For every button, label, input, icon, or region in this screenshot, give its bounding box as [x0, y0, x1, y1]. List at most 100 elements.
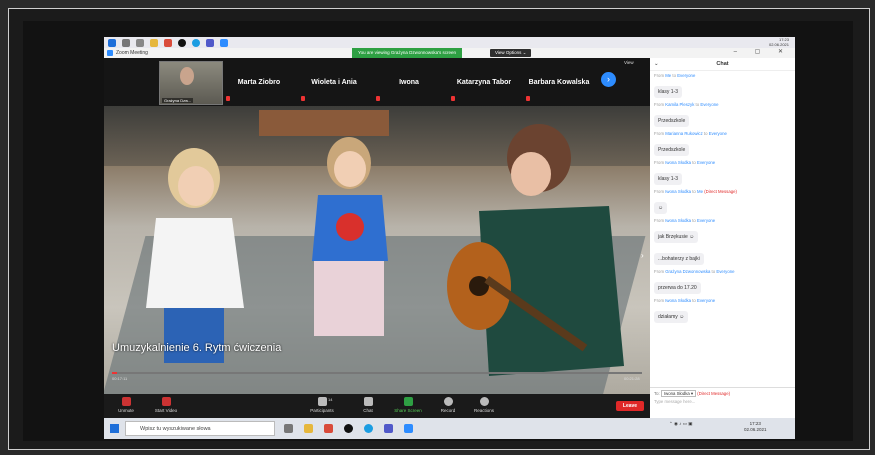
search-icon[interactable] [122, 38, 130, 47]
edge-icon[interactable] [192, 38, 200, 47]
chat-message: ...bohaterzy z bajki [654, 247, 791, 265]
participant-tile[interactable]: Barbara Kowalska [524, 61, 594, 103]
participant-tile[interactable]: Katarzyna Tabor [449, 61, 519, 103]
muted-mic-icon [451, 96, 455, 101]
to-label: To: [654, 391, 660, 396]
participants-button[interactable]: Participants 14 [302, 397, 342, 413]
participant-tile[interactable]: Marta Ziobro [224, 61, 294, 103]
chat-message-sender: From Iwona Słodka to Everyone [654, 160, 716, 165]
participant-tile[interactable]: Wioleta i Ania [299, 61, 369, 103]
recipient-name: Everyone [708, 131, 727, 136]
chat-message: From Me to Everyone klasy 1-3 [654, 73, 791, 98]
start-video-button[interactable]: Start Video [146, 397, 186, 413]
chat-message-sender: From Kamila Pleszyk to Everyone [654, 102, 719, 107]
self-name: Grażyna Dzw... [162, 98, 194, 103]
edge-icon[interactable] [364, 424, 373, 433]
chat-message-text: jak Brzękusie ☺ [654, 231, 699, 243]
sender-name: Kamila Pleszyk [665, 102, 695, 107]
participants-label: Participants [310, 408, 334, 413]
chat-message-sender: From Iwona Słodka to Me (Direct Message) [654, 189, 737, 194]
chevron-down-icon[interactable]: ⌄ [654, 58, 659, 70]
chat-message: From Kamila Pleszyk to Everyone Przedszk… [654, 102, 791, 127]
muted-mic-icon [301, 96, 305, 101]
shared-screen: 17:23 02.06.2021 Zoom Meeting You are vi… [104, 37, 795, 439]
chat-message-text: Przedszkole [654, 115, 690, 127]
recipient-dm-label: (Direct Message) [697, 391, 731, 396]
zoom-app-icon[interactable] [220, 38, 228, 47]
share-screen-label: Share Screen [394, 408, 422, 413]
recipient-name: Everyone [716, 269, 735, 274]
leave-button[interactable]: Leave [616, 401, 644, 411]
chat-icon [363, 397, 373, 406]
record-label: Record [440, 408, 456, 413]
muted-mic-icon [526, 96, 530, 101]
windows-start-icon[interactable] [108, 38, 116, 47]
reactions-button[interactable]: Reactions [464, 397, 504, 413]
recipient-row: To: Iwona Słodka ▾ (Direct Message) [650, 388, 795, 399]
meeting-main: Grażyna Dzw... Marta Ziobro Wioleta i An… [104, 58, 650, 418]
taskbar-clock: 17:23 02.06.2021 [768, 37, 789, 47]
record-icon [443, 397, 453, 406]
chat-message: From Marianna Rukowicz to Everyone Przed… [654, 131, 791, 156]
participant-tile[interactable]: Iwona [374, 61, 444, 103]
direct-message-tag: (Direct Message) [704, 189, 737, 194]
share-screen-button[interactable]: Share Screen [388, 397, 428, 413]
chat-message-text: ☺ [654, 202, 668, 214]
file-explorer-icon[interactable] [150, 38, 158, 47]
chevron-right-icon[interactable]: › [641, 251, 644, 260]
child-figure-middle [312, 137, 388, 336]
chat-message: From Iwona Słodka to Everyone klasy 1-3 [654, 160, 791, 185]
task-view-icon[interactable] [136, 38, 144, 47]
viewing-banner: You are viewing Grażyna Dzwonnowska's sc… [352, 48, 462, 58]
muted-mic-icon [376, 96, 380, 101]
mic-off-icon [121, 397, 131, 406]
media-icon[interactable] [324, 424, 333, 433]
teams-icon[interactable] [206, 38, 214, 47]
recipient-name: Me [697, 189, 703, 194]
chat-input[interactable]: Type message here... [650, 399, 795, 404]
unmute-button[interactable]: Unmute [106, 397, 146, 413]
participant-name: Katarzyna Tabor [456, 78, 512, 86]
taskbar-search-input[interactable]: Wpisz tu wyszukiwane słowa [125, 421, 275, 436]
chat-message-sender: From Iwona Słodka to Everyone [654, 218, 716, 223]
view-options-button[interactable]: View Options ⌄ [490, 49, 532, 57]
opera-icon[interactable] [178, 38, 186, 47]
recipient-name: Everyone [697, 298, 716, 303]
view-button[interactable]: View [624, 60, 634, 65]
recipient-select[interactable]: Iwona Słodka ▾ [660, 390, 697, 397]
media-icon[interactable] [164, 38, 172, 47]
chat-message-text: klasy 1-3 [654, 173, 683, 185]
windows-taskbar-bottom: Wpisz tu wyszukiwane słowa ⌃ ◉ ♪ ▭ ▣ 17:… [104, 418, 795, 439]
participant-name: Marta Ziobro [237, 78, 281, 86]
window-title: Zoom Meeting [116, 50, 148, 56]
chat-message-sender: From Marianna Rukowicz to Everyone [654, 131, 727, 136]
sender-name: Iwona Słodka [665, 218, 692, 223]
chat-message: From Iwona Słodka to Everyone jak Brzęku… [654, 218, 791, 243]
window-controls[interactable]: – ▢ ✕ [734, 48, 791, 55]
opera-icon[interactable] [344, 424, 353, 433]
start-video-label: Start Video [154, 408, 178, 413]
chat-button[interactable]: Chat [348, 397, 388, 413]
recipient-name: Everyone [677, 73, 696, 78]
windows-start-icon[interactable] [110, 424, 119, 433]
video-progress-bar[interactable] [112, 372, 642, 374]
teams-icon[interactable] [384, 424, 393, 433]
participant-name: Barbara Kowalska [528, 78, 590, 86]
self-video-tile[interactable]: Grażyna Dzw... [159, 61, 223, 105]
zoom-app-icon[interactable] [404, 424, 413, 433]
sender-name: Iwona Słodka [665, 160, 692, 165]
chat-message-sender: From Me to Everyone [654, 73, 696, 78]
record-button[interactable]: Record [428, 397, 468, 413]
chat-message-sender: From Iwona Słodka to Everyone [654, 298, 716, 303]
shared-video: Umuzykalnienie 6. Rytm ćwiczenia 00:17:1… [104, 106, 650, 394]
video-progress-fill [112, 372, 118, 374]
recipient-name: Everyone [700, 102, 719, 107]
child-figure-left [146, 148, 244, 363]
system-tray-icons[interactable]: ⌃ ◉ ♪ ▭ ▣ [669, 421, 692, 427]
next-page-icon[interactable]: › [601, 72, 616, 87]
file-explorer-icon[interactable] [304, 424, 313, 433]
task-view-icon[interactable] [284, 424, 293, 433]
chat-messages: From Me to Everyone klasy 1-3 From Kamila… [650, 71, 795, 329]
participants-icon [317, 397, 327, 406]
chat-message-text: przerwa do 17.20 [654, 282, 701, 294]
